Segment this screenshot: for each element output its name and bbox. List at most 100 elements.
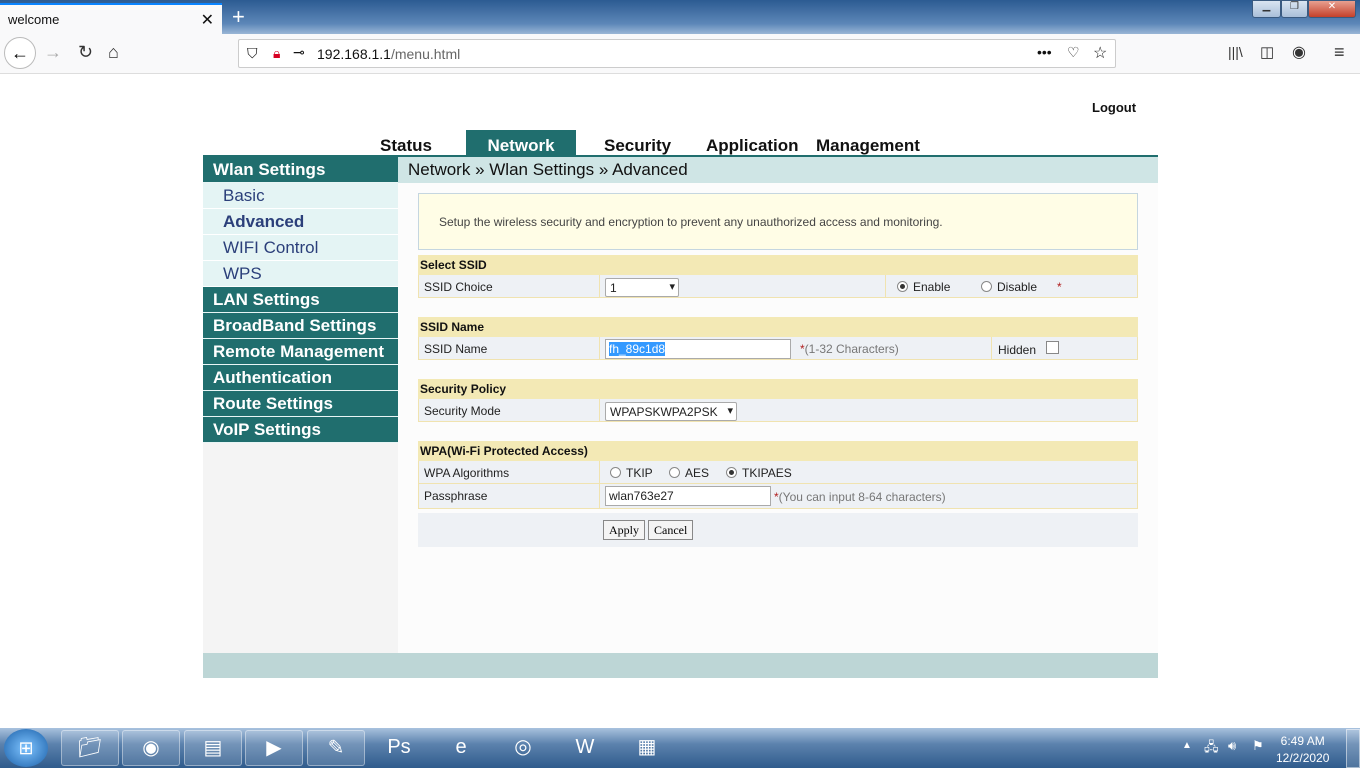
logout-link[interactable]: Logout [1092, 100, 1136, 115]
breadcrumb: Network » Wlan Settings » Advanced [398, 157, 1158, 183]
maximize-button[interactable]: ❐ [1281, 0, 1308, 18]
ssid-name-value: fh_89c1d8 [609, 342, 666, 356]
show-desktop-button[interactable] [1346, 729, 1360, 768]
forward-icon[interactable]: → [44, 42, 62, 63]
cancel-button[interactable]: Cancel [648, 520, 694, 540]
hidden-checkbox[interactable] [1046, 341, 1059, 354]
ssid-name-hint: (1-32 Characters) [804, 342, 899, 356]
sidebar-route-settings[interactable]: Route Settings [203, 391, 398, 417]
security-mode-label: Security Mode [424, 404, 501, 418]
close-window-button[interactable]: ✕ [1308, 0, 1356, 18]
sidebar-item-wifi-control[interactable]: WIFI Control [203, 235, 398, 261]
tkipaes-label: TKIPAES [742, 466, 792, 480]
disable-radio[interactable]: Disable [981, 280, 1037, 294]
network-warning-icon[interactable]: 🖧︎ [1204, 738, 1219, 760]
info-box: Setup the wireless security and encrypti… [418, 193, 1138, 250]
radio-icon [981, 281, 992, 292]
url-host: 192.168.1.1 [317, 46, 391, 62]
sidebar-wlan-settings[interactable]: Wlan Settings [203, 157, 398, 183]
menu-icon[interactable]: ≡ [1334, 42, 1345, 63]
passphrase-label: Passphrase [424, 489, 488, 503]
nav-security[interactable]: Security [604, 130, 671, 156]
url-bar[interactable]: ⛉ 🔒︎ ⊸ 192.168.1.1/menu.html ••• ♡ ☆ [238, 39, 1116, 68]
ssid-name-label: SSID Name [424, 342, 488, 356]
library-icon[interactable]: |||\ [1228, 44, 1243, 60]
section-ssid-name: SSID Name [418, 317, 1138, 337]
start-button[interactable]: ⊞ [4, 729, 48, 767]
nav-application[interactable]: Application [706, 130, 799, 156]
volume-icon[interactable]: 🔊︎ [1228, 738, 1236, 754]
section-wpa: WPA(Wi-Fi Protected Access) [418, 441, 1138, 461]
required-mark: * [1057, 280, 1062, 294]
nav-status[interactable]: Status [380, 130, 432, 156]
action-center-flag-icon[interactable]: ⚑ [1252, 738, 1264, 754]
hidden-label: Hidden [998, 343, 1037, 357]
photoshop-icon[interactable]: Ps [370, 730, 428, 766]
internet-explorer-icon[interactable]: e [432, 730, 490, 766]
row-ssid-choice: SSID Choice 1 Enable Disable * [418, 275, 1138, 298]
passphrase-input[interactable]: wlan763e27 [605, 486, 771, 506]
minimize-button[interactable]: ▁ [1252, 0, 1281, 18]
tkip-label: TKIP [626, 466, 653, 480]
insecure-lock-icon[interactable]: 🔒︎ [273, 45, 280, 62]
browser-tab[interactable]: welcome ✕ [0, 3, 222, 34]
bookmark-star-icon[interactable]: ☆ [1093, 43, 1107, 63]
radio-icon [669, 467, 680, 478]
tkip-radio[interactable]: TKIP [610, 466, 653, 480]
ssid-name-input[interactable]: fh_89c1d8 [605, 339, 791, 359]
footer-bar [203, 653, 1158, 678]
tab-title: welcome [8, 12, 60, 27]
ssid-choice-select[interactable]: 1 [605, 278, 679, 297]
paint-icon[interactable]: ✎ [307, 730, 365, 766]
reload-icon[interactable]: ↻ [78, 42, 93, 63]
home-icon[interactable]: ⌂ [108, 42, 119, 63]
clock-date: 12/2/2020 [1276, 751, 1330, 765]
shield-icon[interactable]: ⛉ [247, 45, 258, 62]
passphrase-hint: (You can input 8-64 characters) [778, 490, 946, 504]
button-row: Apply Cancel [418, 513, 1138, 547]
close-tab-icon[interactable]: ✕ [201, 10, 214, 30]
firefox-icon[interactable]: ◉ [122, 730, 180, 766]
nav-management[interactable]: Management [816, 130, 920, 156]
clock-time: 6:49 AM [1280, 734, 1325, 748]
show-hidden-icons[interactable]: ▲ [1182, 740, 1192, 751]
sidebar-icon[interactable]: ◫ [1260, 43, 1274, 61]
page-actions-icon[interactable]: ••• [1037, 44, 1052, 60]
sidebar-item-advanced[interactable]: Advanced [203, 209, 398, 235]
account-icon[interactable]: ◉ [1292, 42, 1306, 62]
new-tab-icon[interactable]: + [232, 4, 245, 30]
aes-label: AES [685, 466, 710, 480]
sidebar-voip-settings[interactable]: VoIP Settings [203, 417, 398, 443]
sidebar-authentication[interactable]: Authentication [203, 365, 398, 391]
wpa-algorithms-label: WPA Algorithms [424, 466, 510, 480]
aes-radio[interactable]: AES [669, 466, 709, 480]
word-icon[interactable]: W [556, 730, 614, 766]
section-security-policy: Security Policy [418, 379, 1138, 399]
nav-network[interactable]: Network [466, 130, 576, 156]
explorer-icon[interactable]: 📁︎ [61, 730, 119, 766]
sidebar-lan-settings[interactable]: LAN Settings [203, 287, 398, 313]
main-content: Network » Wlan Settings » Advanced Setup… [398, 157, 1158, 653]
sidebar-broadband-settings[interactable]: BroadBand Settings [203, 313, 398, 339]
media-player-icon[interactable]: ▶ [245, 730, 303, 766]
notes-icon[interactable]: ▤ [184, 730, 242, 766]
app-icon[interactable]: ▦ [618, 730, 676, 766]
key-icon[interactable]: ⊸ [293, 44, 305, 61]
radio-icon [897, 281, 908, 292]
clock[interactable]: 6:49 AM 12/2/2020 [1276, 733, 1329, 767]
sidebar: Wlan Settings Basic Advanced WIFI Contro… [203, 157, 398, 653]
sidebar-remote-management[interactable]: Remote Management [203, 339, 398, 365]
tkipaes-radio[interactable]: TKIPAES [726, 466, 792, 480]
radio-icon [726, 467, 737, 478]
row-ssid-name: SSID Name fh_89c1d8 *(1-32 Characters) H… [418, 337, 1138, 360]
security-mode-select[interactable]: WPAPSKWPA2PSK [605, 402, 737, 421]
apply-button[interactable]: Apply [603, 520, 645, 540]
pocket-icon[interactable]: ♡ [1067, 44, 1080, 61]
sidebar-item-wps[interactable]: WPS [203, 261, 398, 287]
url-path: /menu.html [390, 46, 461, 62]
back-icon[interactable]: ← [4, 37, 36, 69]
row-passphrase: Passphrase wlan763e27 *(You can input 8-… [418, 484, 1138, 509]
chrome-icon[interactable]: ◎ [494, 730, 552, 766]
sidebar-item-basic[interactable]: Basic [203, 183, 398, 209]
enable-radio[interactable]: Enable [897, 280, 950, 294]
